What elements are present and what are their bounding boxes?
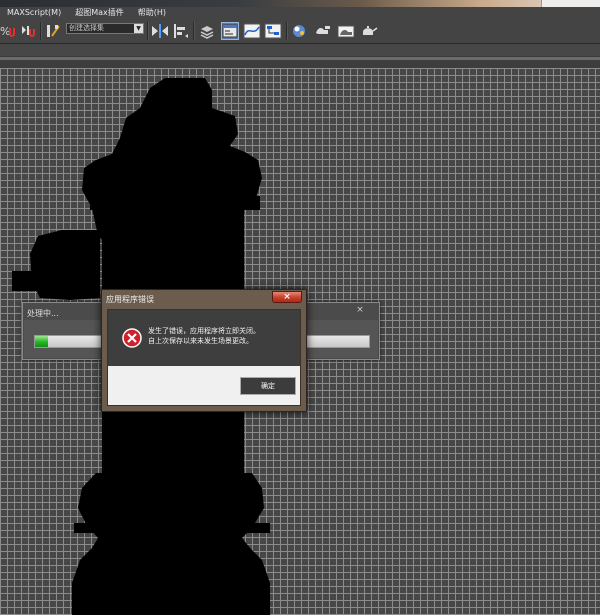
- main-toolbar: % 创建选择集 ▼: [0, 19, 600, 44]
- viewport-header: [0, 60, 600, 68]
- error-message-line-1: 发生了错误，应用程序将立即关闭。: [148, 327, 260, 335]
- svg-text:%: %: [0, 25, 10, 38]
- viewport[interactable]: 处理中... × 应用程序错误 × 发生了错误，应用程序将立即关闭。 自上次保存…: [0, 68, 600, 615]
- mirror-icon[interactable]: [151, 22, 169, 40]
- render-teapot-icon[interactable]: [360, 22, 378, 40]
- render-setup-icon[interactable]: [314, 22, 332, 40]
- chevron-down-icon: ▼: [134, 24, 143, 33]
- edit-named-selection-icon[interactable]: [44, 22, 62, 40]
- material-editor-icon[interactable]: [290, 22, 308, 40]
- error-icon: [122, 328, 142, 348]
- ribbon-row: [0, 44, 600, 57]
- layer-manager-icon[interactable]: [198, 22, 216, 40]
- menu-chaotu-plugin[interactable]: 超图Max插件: [68, 7, 131, 19]
- menu-maxscript[interactable]: MAXScript(M): [0, 7, 68, 19]
- error-message-area: 发生了错误，应用程序将立即关闭。 自上次保存以来未发生场景更改。: [108, 310, 300, 366]
- error-message: 发生了错误，应用程序将立即关闭。 自上次保存以来未发生场景更改。: [148, 326, 298, 346]
- ok-button[interactable]: 确定: [240, 377, 296, 395]
- error-dialog-body: 发生了错误，应用程序将立即关闭。 自上次保存以来未发生场景更改。 确定: [107, 309, 301, 406]
- error-dialog-title: 应用程序错误: [106, 295, 154, 304]
- selection-set-dropdown[interactable]: 创建选择集 ▼: [66, 23, 144, 34]
- progress-fill: [35, 336, 49, 347]
- curve-editor-icon[interactable]: [243, 22, 261, 40]
- spinner-snap-icon[interactable]: [20, 22, 38, 40]
- top-right-window-sliver: [541, 0, 600, 7]
- rendered-frame-icon[interactable]: [337, 22, 355, 40]
- error-message-line-2: 自上次保存以来未发生场景更改。: [148, 337, 253, 345]
- align-icon[interactable]: [172, 22, 190, 40]
- error-dialog: 应用程序错误 × 发生了错误，应用程序将立即关闭。 自上次保存以来未发生场景更改…: [101, 289, 307, 412]
- percent-snap-icon[interactable]: %: [0, 22, 18, 40]
- selection-set-value: 创建选择集: [69, 24, 104, 32]
- error-close-button[interactable]: ×: [272, 291, 302, 303]
- processing-close-button[interactable]: ×: [349, 305, 371, 316]
- menu-bar: MAXScript(M) 超图Max插件 帮助(H): [0, 7, 600, 19]
- schematic-view-icon[interactable]: [264, 22, 282, 40]
- scene-explorer-icon[interactable]: [221, 22, 239, 40]
- menu-help[interactable]: 帮助(H): [131, 7, 173, 19]
- processing-dialog-title: 处理中...: [27, 309, 59, 318]
- window-top-strip: [0, 0, 600, 7]
